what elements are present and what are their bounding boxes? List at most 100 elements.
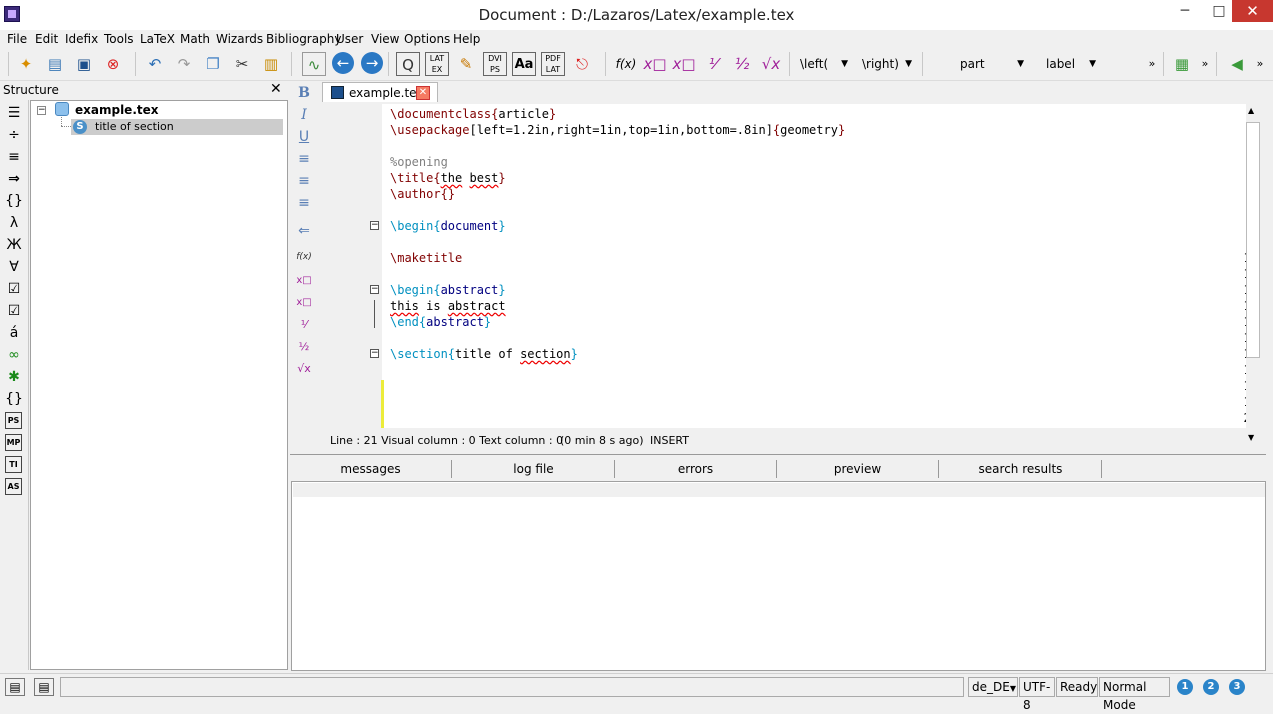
menu-user[interactable]: User — [336, 32, 363, 46]
forall-icon[interactable]: ∀ — [4, 258, 24, 277]
sqrt-side-icon[interactable]: √x — [294, 359, 314, 379]
subscript-icon[interactable]: x□ — [672, 52, 696, 76]
newline-icon[interactable]: ⇐ — [294, 221, 314, 241]
paste-icon[interactable]: ▥ — [259, 52, 283, 76]
chart-icon[interactable]: ∿ — [302, 52, 326, 76]
back-arrow-icon[interactable]: ◀ — [1225, 52, 1249, 76]
bookmark-3-button[interactable]: 3 — [1229, 679, 1245, 695]
function-icon[interactable]: f(x) — [294, 247, 314, 267]
fold-toggle-icon[interactable]: − — [370, 285, 379, 294]
bold-icon[interactable]: B — [294, 83, 314, 103]
fraction-side-icon[interactable]: ⅟ — [294, 315, 314, 335]
dfrac-icon[interactable]: ½ — [730, 52, 754, 76]
fold-toggle-icon[interactable]: − — [370, 221, 379, 230]
code-line[interactable]: \maketitle — [390, 251, 462, 265]
toggle-messages-icon[interactable]: ▤ — [34, 678, 54, 696]
right-delimiter-combo[interactable]: \right) ▼ — [862, 54, 914, 74]
greek-letters-icon[interactable]: λ — [4, 214, 24, 233]
language-selector[interactable]: de_DE▼ — [968, 677, 1018, 697]
code-line[interactable]: \documentclass{article} — [390, 107, 556, 121]
code-line[interactable]: this is abstract — [390, 299, 506, 313]
left-delimiter-combo[interactable]: \left(▼ — [800, 54, 850, 74]
undo-icon[interactable]: ↶ — [143, 52, 167, 76]
sqrt-icon[interactable]: √x — [759, 52, 783, 76]
fraction-icon[interactable]: ⅟ — [701, 52, 725, 76]
toggle-structure-icon[interactable]: ▤ — [5, 678, 25, 696]
structure-view-icon[interactable]: ☰ — [4, 104, 24, 123]
close-window-button[interactable]: ✕ — [1232, 0, 1273, 22]
plus-minus-icon[interactable]: ÷ — [4, 126, 24, 145]
maximize-button[interactable]: □ — [1202, 0, 1236, 22]
code-line[interactable]: \end{abstract} — [390, 315, 491, 329]
align-right-icon[interactable]: ≡ — [294, 193, 314, 213]
sectioning-combo[interactable]: part ▼ — [930, 54, 1026, 74]
toolbar-overflow-icon[interactable]: » — [1140, 52, 1164, 76]
table-icon[interactable]: ▦ — [1170, 52, 1194, 76]
code-line[interactable]: %opening — [390, 155, 448, 169]
menu-file[interactable]: File — [7, 32, 27, 46]
code-line[interactable]: \begin{abstract} — [390, 283, 506, 297]
open-file-icon[interactable]: ▤ — [43, 52, 67, 76]
close-document-icon[interactable]: ⊗ — [101, 52, 125, 76]
bookmark-2-button[interactable]: 2 — [1203, 679, 1219, 695]
mode-indicator[interactable]: Normal Mode — [1099, 677, 1170, 712]
cut-icon[interactable]: ✂ — [230, 52, 254, 76]
menu-math[interactable]: Math — [180, 32, 210, 46]
tab-preview[interactable]: preview — [777, 460, 939, 478]
code-line[interactable]: \author{} — [390, 187, 455, 201]
menu-tools[interactable]: Tools — [104, 32, 134, 46]
tree-child-row[interactable]: S title of section — [71, 119, 283, 135]
tikz-button[interactable]: TI — [5, 456, 22, 473]
align-left-icon[interactable]: ≡ — [294, 149, 314, 169]
misc-symbols-icon[interactable]: ☑ — [4, 280, 24, 299]
fold-toggle-icon[interactable]: − — [370, 349, 379, 358]
code-editor[interactable]: \documentclass{article} \usepackage[left=… — [322, 104, 1260, 428]
brackets-icon[interactable]: {} — [4, 390, 24, 409]
underline-icon[interactable]: U — [294, 127, 314, 147]
asymptote-button[interactable]: AS — [5, 478, 22, 495]
code-line[interactable]: \title{the best} — [390, 171, 506, 185]
relation-icon[interactable]: ≡ — [4, 148, 24, 167]
misc-symbols2-icon[interactable]: ☑ — [4, 302, 24, 321]
copy-icon[interactable]: ❐ — [201, 52, 225, 76]
subscript-side-icon[interactable]: x□ — [294, 293, 314, 313]
arrow-symbols-icon[interactable]: ⇒ — [4, 170, 24, 189]
menu-bibliography[interactable]: Bibliography — [266, 32, 341, 46]
tab-errors[interactable]: errors — [615, 460, 777, 478]
metapost-button[interactable]: MP — [5, 434, 22, 451]
structure-close-button[interactable]: ✕ — [270, 81, 282, 97]
save-icon[interactable]: ▣ — [72, 52, 96, 76]
scroll-up-icon[interactable]: ▲ — [1248, 106, 1254, 115]
tab-log-file[interactable]: log file — [453, 460, 615, 478]
scroll-down-icon[interactable]: ▼ — [1248, 433, 1254, 442]
bookmark-1-button[interactable]: 1 — [1177, 679, 1193, 695]
code-line[interactable]: \begin{document} — [390, 219, 506, 233]
tab-example-tex[interactable]: example.tex ✕ — [322, 82, 438, 102]
tab-close-icon[interactable]: ✕ — [416, 86, 430, 100]
encoding-indicator[interactable]: UTF-8 — [1019, 677, 1055, 712]
font-button[interactable]: Aa — [512, 52, 536, 76]
code-line[interactable]: \section{title of section} — [390, 347, 578, 361]
tab-messages[interactable]: messages — [290, 460, 452, 478]
panel-splitter[interactable] — [290, 454, 1266, 455]
new-file-icon[interactable]: ✦ — [14, 52, 38, 76]
special-chars-icon[interactable]: ✱ — [4, 368, 24, 387]
superscript-side-icon[interactable]: x□ — [294, 271, 314, 291]
view-dvi-icon[interactable]: ✎ — [454, 52, 478, 76]
cyrillic-icon[interactable]: Ж — [4, 236, 24, 255]
arrow-right-icon[interactable]: → — [361, 52, 383, 74]
pstricks-button[interactable]: PS — [5, 412, 22, 429]
dfrac-side-icon[interactable]: ½ — [294, 337, 314, 357]
latex-button[interactable]: LAT EX — [425, 52, 449, 76]
menu-wizards[interactable]: Wizards — [216, 32, 263, 46]
tab-search-results[interactable]: search results — [940, 460, 1102, 478]
toolbar-overflow-icon[interactable]: » — [1193, 52, 1217, 76]
function-button[interactable]: f(x) — [612, 52, 640, 76]
redo-icon[interactable]: ↷ — [172, 52, 196, 76]
tree-collapse-icon[interactable]: − — [37, 106, 46, 115]
menu-view[interactable]: View — [371, 32, 399, 46]
arrow-left-icon[interactable]: ← — [332, 52, 354, 74]
menu-latex[interactable]: LaTeX — [140, 32, 175, 46]
editor-scrollbar-thumb[interactable] — [1246, 122, 1260, 358]
tree-root-item[interactable]: example.tex — [75, 103, 159, 117]
